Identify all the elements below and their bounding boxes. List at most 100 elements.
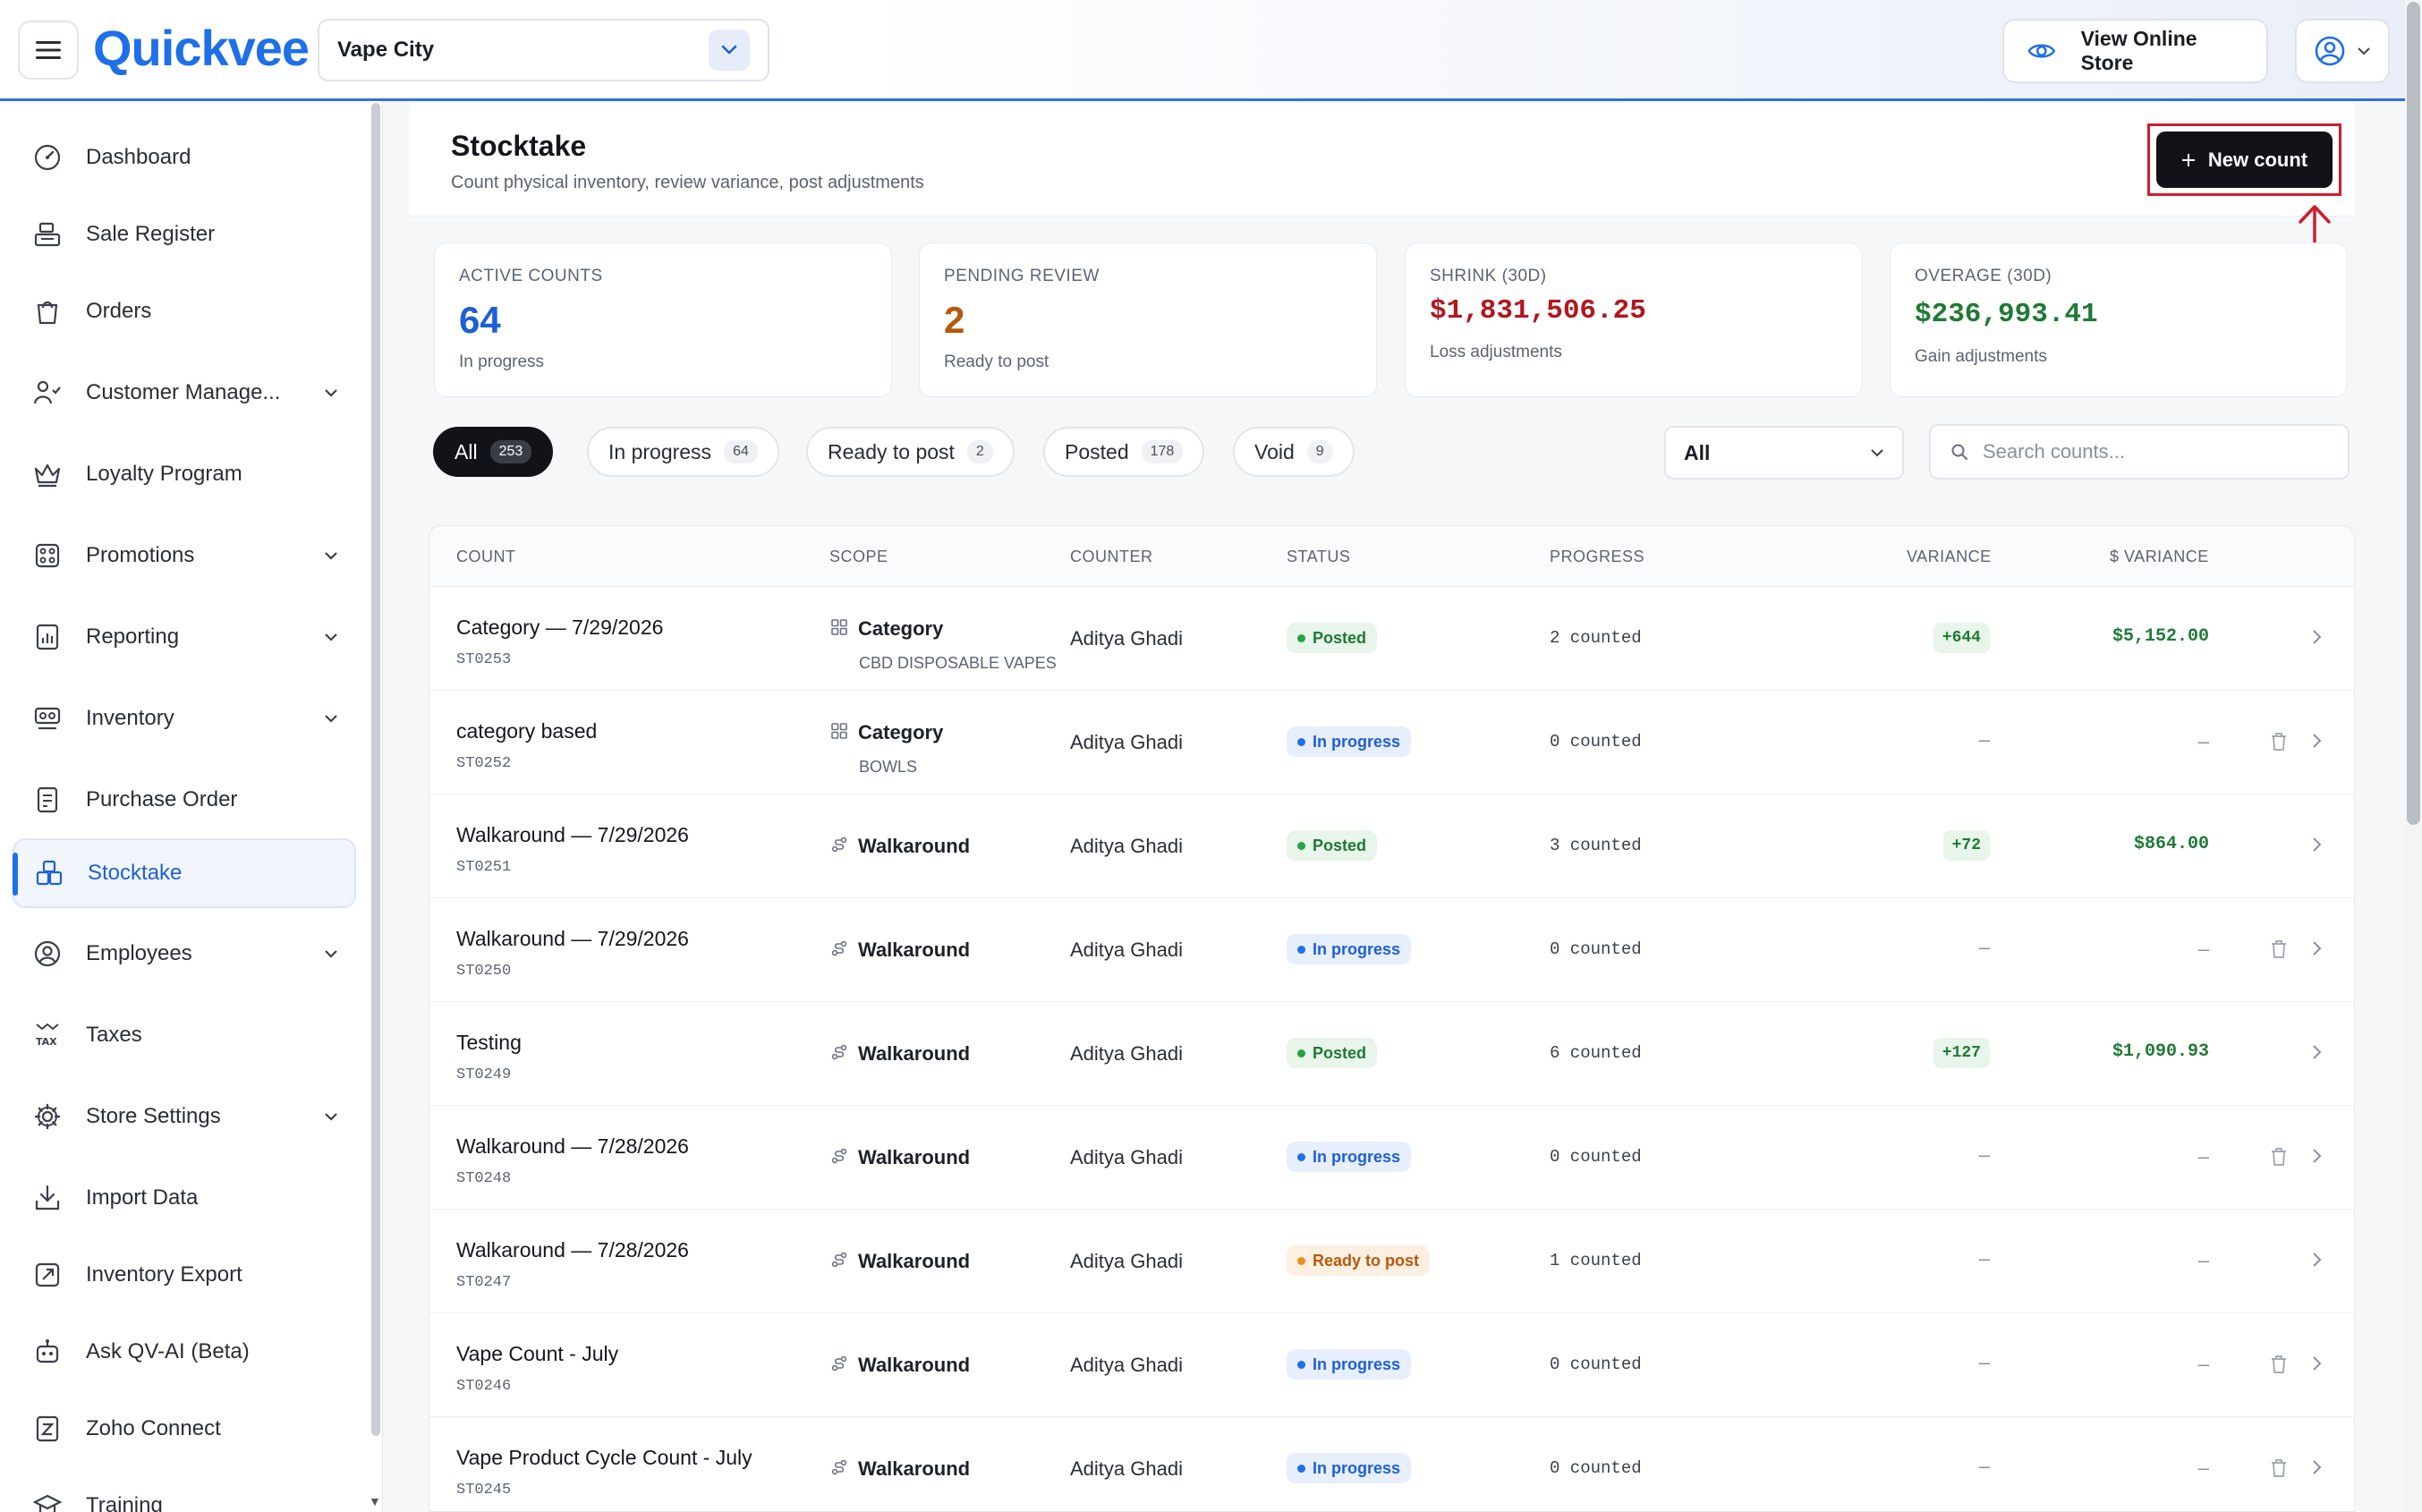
variance-empty: –: [1978, 1143, 1990, 1166]
chevron-right-icon[interactable]: [2312, 939, 2323, 962]
page-title: Stocktake: [451, 130, 587, 162]
dollar-variance: $1,090.93: [2112, 1041, 2209, 1062]
sidebar-item-taxes[interactable]: TAX Taxes: [13, 1000, 356, 1070]
count-name[interactable]: Testing: [456, 1031, 522, 1055]
table-row[interactable]: Vape Count - July ST0246 Walkaround Aditya …: [429, 1313, 2354, 1417]
table-row[interactable]: Vape Product Cycle Count - July ST0245 Wal…: [429, 1417, 2354, 1511]
chevron-right-icon[interactable]: [2312, 732, 2323, 754]
count-name[interactable]: Walkaround — 7/29/2026: [456, 927, 689, 951]
dollar-variance-empty: –: [2197, 1457, 2209, 1479]
column-header-progress: PROGRESS: [1550, 548, 1645, 565]
sidebar-item-zoho-connect[interactable]: Zoho Connect: [13, 1394, 356, 1464]
trash-icon[interactable]: [2271, 1458, 2287, 1482]
sidebar-item-purchase-order[interactable]: Purchase Order: [13, 765, 356, 835]
count-name[interactable]: Walkaround — 7/29/2026: [456, 823, 689, 847]
count-name[interactable]: Vape Count - July: [456, 1342, 618, 1366]
progress-text: 0 counted: [1550, 1355, 1642, 1374]
account-menu-button[interactable]: [2295, 19, 2390, 83]
count-id: ST0250: [456, 963, 512, 980]
sidebar-item-employees[interactable]: Employees: [13, 919, 356, 989]
filter-chip-void[interactable]: Void 9: [1233, 427, 1355, 477]
filter-chip-in-progress[interactable]: In progress 64: [587, 427, 779, 477]
sidebar-item-dashboard[interactable]: Dashboard: [13, 123, 356, 192]
chevron-down-icon: [709, 30, 750, 71]
variance: –: [1979, 1245, 1990, 1270]
chevron-right-icon[interactable]: [2312, 1147, 2323, 1169]
counter-name: Aditya Ghadi: [1070, 835, 1183, 857]
count-name[interactable]: Walkaround — 7/28/2026: [456, 1238, 689, 1262]
sidebar-item-import-data[interactable]: Import Data: [13, 1163, 356, 1233]
table-row[interactable]: Category — 7/29/2026 ST0253 Category CBD DI…: [429, 587, 2354, 691]
variance: +127: [1933, 1038, 1990, 1068]
sidebar-item-promotions[interactable]: Promotions: [13, 521, 356, 590]
scope-label: Walkaround: [858, 835, 971, 857]
chip-label: In progress: [608, 439, 712, 463]
quickvee-logo[interactable]: Quickvee: [93, 20, 310, 77]
filter-chip-posted[interactable]: Posted 178: [1043, 427, 1205, 477]
filter-chip-ready-to-post[interactable]: Ready to post 2: [806, 427, 1015, 477]
chevron-right-icon[interactable]: [2312, 1355, 2323, 1377]
trash-icon[interactable]: [2271, 939, 2287, 964]
sidebar-item-loyalty-program[interactable]: Loyalty Program: [13, 439, 356, 509]
count-name[interactable]: Category — 7/29/2026: [456, 616, 663, 640]
counter-filter-select[interactable]: All: [1664, 426, 1904, 480]
sidebar-item-ask-qv-ai[interactable]: Ask QV-AI (Beta): [13, 1317, 356, 1387]
column-header-count: COUNT: [456, 548, 516, 565]
counter-name: Aditya Ghadi: [1070, 1457, 1183, 1480]
sidebar-scroll-down-icon[interactable]: ▼: [369, 1494, 381, 1508]
trash-icon[interactable]: [2271, 1355, 2287, 1379]
page-scrollbar-thumb[interactable]: [2407, 2, 2420, 825]
hamburger-menu-button[interactable]: [18, 21, 79, 80]
sidebar-item-label: Loyalty Program: [86, 462, 242, 486]
new-count-button[interactable]: New count: [2156, 132, 2333, 188]
chevron-right-icon[interactable]: [2312, 836, 2323, 858]
view-online-store-button[interactable]: View Online Store: [2002, 19, 2268, 83]
variance: –: [1979, 726, 1990, 752]
progress-text: 2 counted: [1550, 628, 1642, 648]
trash-icon[interactable]: [2271, 1147, 2287, 1171]
chevron-right-icon[interactable]: [2312, 1458, 2323, 1481]
search-input[interactable]: [1983, 440, 2323, 463]
sidebar-item-inventory[interactable]: Inventory: [13, 684, 356, 753]
count-name[interactable]: Vape Product Cycle Count - July: [456, 1446, 752, 1470]
dollar-variance-value: $5,152.00: [2112, 626, 2209, 647]
status-dot-icon: [1297, 737, 1305, 746]
sidebar-item-orders[interactable]: Orders: [13, 276, 356, 346]
chevron-right-icon[interactable]: [2312, 1251, 2323, 1273]
search-counts-field[interactable]: [1929, 424, 2350, 480]
table-row[interactable]: category based ST0252 Category BOWLS Aditya …: [429, 691, 2354, 794]
register-icon: [32, 219, 63, 250]
table-row[interactable]: Testing ST0249 Walkaround Aditya Ghadi Poste…: [429, 1002, 2354, 1106]
counter-name: Aditya Ghadi: [1070, 1042, 1183, 1065]
table-row[interactable]: Walkaround — 7/28/2026 ST0248 Walkaround Ad…: [429, 1106, 2354, 1210]
sidebar-item-inventory-export[interactable]: Inventory Export: [13, 1240, 356, 1310]
sidebar-scrollbar[interactable]: [371, 103, 380, 1436]
trash-icon[interactable]: [2271, 732, 2287, 756]
count-name[interactable]: Walkaround — 7/28/2026: [456, 1134, 689, 1159]
table-row[interactable]: Walkaround — 7/29/2026 ST0250 Walkaround Ad…: [429, 898, 2354, 1002]
chevron-right-icon[interactable]: [2312, 1043, 2323, 1066]
store-name: Vape City: [337, 38, 435, 62]
sidebar-item-training[interactable]: Training: [13, 1471, 356, 1512]
scope: Category: [831, 617, 943, 641]
sidebar-item-customer-management[interactable]: Customer Manage...: [13, 358, 356, 428]
scope-label: Walkaround: [858, 1042, 971, 1065]
route-icon: [831, 939, 847, 962]
table-row[interactable]: Walkaround — 7/28/2026 ST0247 Walkaround Ad…: [429, 1210, 2354, 1313]
table-row[interactable]: Walkaround — 7/29/2026 ST0251 Walkaround Ad…: [429, 794, 2354, 898]
filter-chip-all[interactable]: All 253: [433, 427, 554, 477]
status-label: In progress: [1313, 1458, 1401, 1477]
zoho-icon: [32, 1414, 63, 1444]
count-name[interactable]: category based: [456, 719, 597, 743]
sidebar-item-sale-register[interactable]: Sale Register: [13, 200, 356, 269]
store-selector[interactable]: Vape City: [318, 19, 769, 81]
stat-value: $236,993.41: [1915, 299, 2098, 330]
scope-label: Walkaround: [858, 1250, 971, 1272]
sidebar-item-stocktake[interactable]: Stocktake: [13, 838, 356, 908]
counter-name: Aditya Ghadi: [1070, 1250, 1183, 1272]
scope-subtitle: BOWLS: [859, 758, 918, 776]
chevron-right-icon[interactable]: [2312, 628, 2323, 650]
sidebar-item-store-settings[interactable]: Store Settings: [13, 1082, 356, 1151]
status-badge: In progress: [1287, 1349, 1412, 1380]
sidebar-item-reporting[interactable]: Reporting: [13, 602, 356, 672]
